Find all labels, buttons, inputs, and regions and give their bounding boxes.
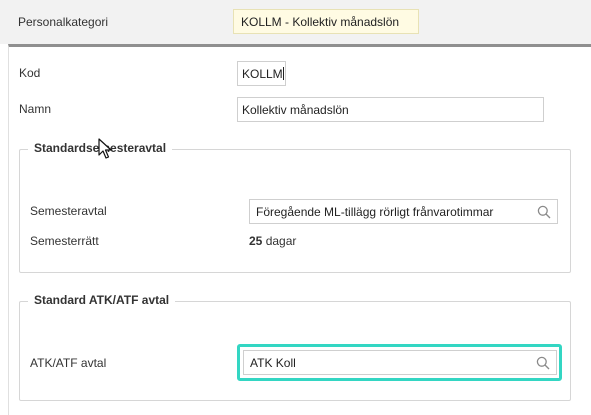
vacation-rights-days: 25: [249, 234, 263, 248]
code-input-value: KOLLM: [242, 67, 283, 81]
atk-legend: Standard ATK/ATF avtal: [28, 293, 176, 307]
text-cursor-icon: [282, 67, 284, 80]
code-label: Kod: [19, 66, 41, 80]
category-label: Personalkategori: [18, 15, 109, 29]
name-input[interactable]: Kollektiv månadslön: [237, 97, 544, 122]
vacation-agreement-input[interactable]: Föregående ML-tillägg rörligt frånvaroti…: [249, 199, 558, 224]
search-icon[interactable]: [536, 356, 550, 370]
vacation-rights-value: 25 dagar: [249, 234, 296, 248]
name-label: Namn: [19, 102, 52, 116]
atk-agreement-label: ATK/ATF avtal: [30, 356, 107, 370]
vacation-agreement-value: Föregående ML-tillägg rörligt frånvaroti…: [256, 205, 494, 219]
atk-agreement-value: ATK Koll: [250, 356, 296, 370]
category-value: KOLLM - Kollektiv månadslön: [233, 9, 419, 34]
atk-agreement-input[interactable]: ATK Koll: [243, 350, 557, 375]
search-icon[interactable]: [537, 205, 551, 219]
mouse-pointer-icon: [98, 138, 112, 160]
header-band: Personalkategori KOLLM - Kollektiv månad…: [0, 0, 591, 44]
vacation-rights-label: Semesterrätt: [30, 234, 99, 248]
code-input[interactable]: KOLLM: [237, 61, 286, 86]
vacation-agreement-label: Semesteravtal: [30, 204, 107, 218]
vacation-rights-unit: dagar: [265, 234, 297, 248]
